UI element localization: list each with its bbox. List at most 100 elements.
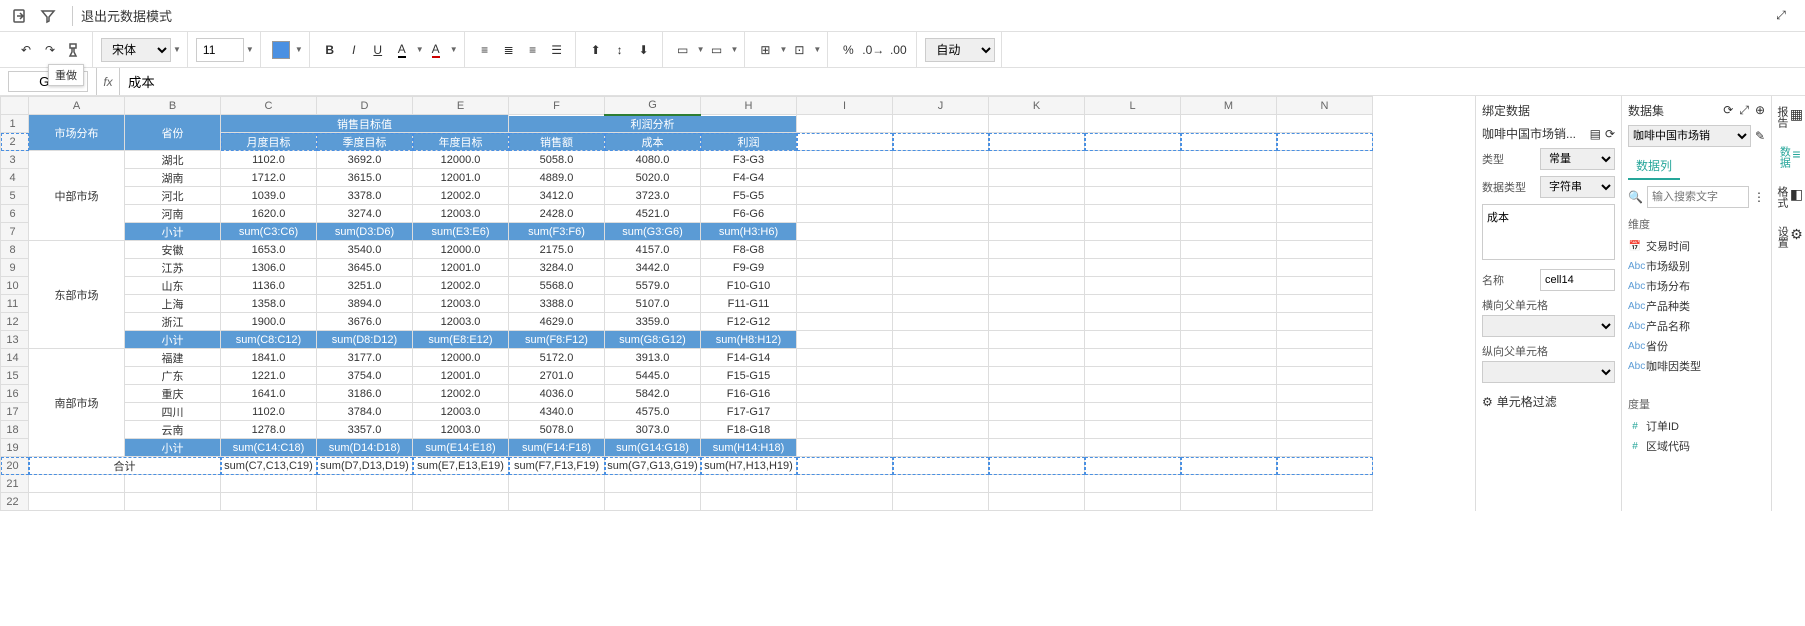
data-cell[interactable]: sum(D7,D13,D19) [317, 457, 413, 475]
font-color-button[interactable]: A [390, 37, 414, 63]
font-size-input[interactable] [196, 38, 244, 62]
col-header[interactable]: D [317, 97, 413, 115]
data-cell[interactable]: sum(F8:F12) [509, 331, 605, 349]
dimension-field[interactable]: Abc市场级别 [1628, 256, 1765, 276]
data-cell[interactable]: 1306.0 [221, 259, 317, 277]
row-header[interactable]: 19 [1, 439, 29, 457]
data-cell[interactable]: 1900.0 [221, 313, 317, 331]
valign-bot-icon[interactable]: ⬇ [632, 37, 656, 63]
redo-button[interactable]: ↷ [38, 37, 62, 63]
data-cell[interactable]: F18-G18 [701, 421, 797, 439]
row-header[interactable]: 17 [1, 403, 29, 421]
province-cell[interactable]: 重庆 [125, 385, 221, 403]
data-cell[interactable]: 12000.0 [413, 151, 509, 169]
refresh-icon[interactable]: ⟳ [1605, 127, 1615, 141]
province-cell[interactable]: 小计 [125, 439, 221, 457]
data-cell[interactable]: 4889.0 [509, 169, 605, 187]
data-cell[interactable]: 5579.0 [605, 277, 701, 295]
col-header[interactable]: L [1085, 97, 1181, 115]
data-cell[interactable]: 12001.0 [413, 367, 509, 385]
row-header[interactable]: 18 [1, 421, 29, 439]
province-cell[interactable]: 安徽 [125, 241, 221, 259]
name-input[interactable] [1540, 269, 1615, 291]
data-cell[interactable]: 3540.0 [317, 241, 413, 259]
dimension-field[interactable]: 📅交易时间 [1628, 236, 1765, 256]
datatype-select[interactable]: 字符串 [1540, 176, 1615, 198]
data-cell[interactable]: sum(D14:D18) [317, 439, 413, 457]
font-color2-button[interactable]: A [424, 37, 448, 63]
data-cell[interactable]: 3378.0 [317, 187, 413, 205]
data-cell[interactable]: sum(G7,G13,G19) [605, 457, 701, 475]
data-cell[interactable]: 5568.0 [509, 277, 605, 295]
data-cell[interactable]: sum(F7,F13,F19) [509, 457, 605, 475]
data-cell[interactable]: 2175.0 [509, 241, 605, 259]
side-tab-format[interactable]: ◧格式 [1772, 182, 1805, 212]
col-header[interactable]: B [125, 97, 221, 115]
col-header[interactable]: M [1181, 97, 1277, 115]
cell-filter-label[interactable]: 单元格过滤 [1497, 393, 1557, 410]
data-cell[interactable]: F14-G14 [701, 349, 797, 367]
province-cell[interactable]: 湖北 [125, 151, 221, 169]
data-cell[interactable]: 3284.0 [509, 259, 605, 277]
data-cell[interactable]: 12003.0 [413, 421, 509, 439]
data-cell[interactable]: 12001.0 [413, 259, 509, 277]
data-cell[interactable]: 4157.0 [605, 241, 701, 259]
row-header[interactable]: 5 [1, 187, 29, 205]
market-cell[interactable]: 中部市场 [29, 151, 125, 241]
data-cell[interactable]: sum(H14:H18) [701, 439, 797, 457]
data-cell[interactable]: sum(E8:E12) [413, 331, 509, 349]
filter-icon[interactable] [36, 4, 60, 28]
province-cell[interactable]: 四川 [125, 403, 221, 421]
data-column-tab[interactable]: 数据列 [1628, 153, 1680, 180]
data-cell[interactable]: 3692.0 [317, 151, 413, 169]
auto-select[interactable]: 自动 [925, 38, 995, 62]
province-cell[interactable]: 广东 [125, 367, 221, 385]
col-header[interactable]: I [797, 97, 893, 115]
data-cell[interactable]: 1653.0 [221, 241, 317, 259]
data-cell[interactable]: 3754.0 [317, 367, 413, 385]
total-label[interactable]: 合计 [29, 457, 221, 475]
data-cell[interactable]: F4-G4 [701, 169, 797, 187]
data-cell[interactable]: 3359.0 [605, 313, 701, 331]
data-cell[interactable]: F3-G3 [701, 151, 797, 169]
col-header[interactable]: E [413, 97, 509, 115]
data-cell[interactable]: 1221.0 [221, 367, 317, 385]
row-header[interactable]: 8 [1, 241, 29, 259]
col-header[interactable]: C [221, 97, 317, 115]
side-tab-data[interactable]: ≡数据 [1774, 142, 1802, 172]
align-right-icon[interactable]: ≡ [521, 37, 545, 63]
data-cell[interactable]: 3388.0 [509, 295, 605, 313]
align-justify-icon[interactable]: ☰ [545, 37, 569, 63]
fill-color-button[interactable] [269, 37, 293, 63]
spreadsheet-grid[interactable]: ABCDEFGHIJKLMN1 市场分布 省份 销售目标值 利润分析2 月度目标… [0, 96, 1475, 511]
province-cell[interactable]: 上海 [125, 295, 221, 313]
col-header[interactable]: N [1277, 97, 1373, 115]
data-cell[interactable]: 3676.0 [317, 313, 413, 331]
measure-field[interactable]: #订单ID [1628, 416, 1765, 436]
row-header[interactable]: 1 [1, 115, 29, 133]
data-cell[interactable]: sum(E3:E6) [413, 223, 509, 241]
dataset-select[interactable]: 咖啡中国市场销 [1628, 125, 1751, 147]
vparent-select[interactable] [1482, 361, 1615, 383]
data-cell[interactable]: sum(E14:E18) [413, 439, 509, 457]
add-icon[interactable]: ⊕ [1755, 103, 1765, 118]
data-cell[interactable]: 12002.0 [413, 187, 509, 205]
row-header[interactable]: 16 [1, 385, 29, 403]
unmerge-button[interactable]: ▭ [705, 37, 729, 63]
dimension-field[interactable]: Abc产品名称 [1628, 316, 1765, 336]
data-cell[interactable]: 3251.0 [317, 277, 413, 295]
edit-icon[interactable]: ✎ [1755, 129, 1765, 143]
border-button[interactable]: ⊞ [753, 37, 777, 63]
type-select[interactable]: 常量 [1540, 148, 1615, 170]
col-header[interactable]: H [701, 97, 797, 115]
data-cell[interactable]: sum(D3:D6) [317, 223, 413, 241]
data-cell[interactable]: 4629.0 [509, 313, 605, 331]
data-cell[interactable]: 3412.0 [509, 187, 605, 205]
data-cell[interactable]: 12002.0 [413, 277, 509, 295]
gear-icon[interactable]: ⚙ [1482, 395, 1493, 409]
align-center-icon[interactable]: ≣ [497, 37, 521, 63]
exit-metadata-label[interactable]: 退出元数据模式 [81, 6, 172, 25]
province-cell[interactable]: 河南 [125, 205, 221, 223]
decrease-decimal-icon[interactable]: .00 [886, 37, 910, 63]
data-cell[interactable]: 5842.0 [605, 385, 701, 403]
